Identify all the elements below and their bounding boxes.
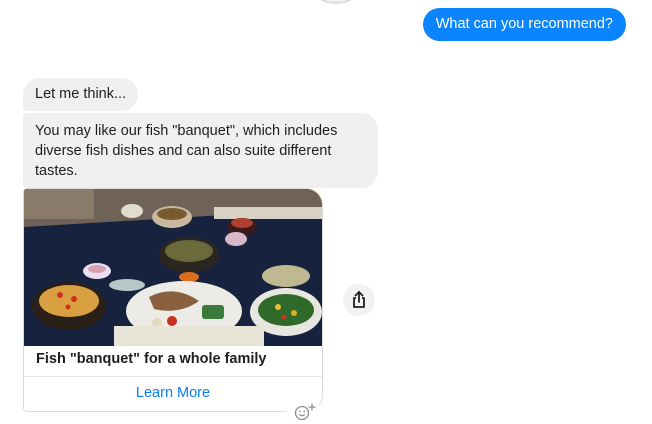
share-button[interactable] [343, 284, 375, 316]
learn-more-button[interactable]: Learn More [24, 377, 322, 410]
incoming-message: You may like our fish "banquet", which i… [23, 113, 378, 188]
partial-avatar [318, 0, 354, 2]
incoming-message: Let me think... [23, 78, 139, 111]
outgoing-message: What can you recommend? [422, 8, 626, 41]
share-icon [353, 291, 365, 308]
add-reaction-button[interactable] [287, 398, 321, 424]
add-reaction-icon [294, 403, 316, 420]
generic-template-card: Fish "banquet" for a whole family Learn … [23, 188, 323, 412]
card-title: Fish "banquet" for a whole family [24, 346, 322, 377]
card-image [24, 189, 322, 346]
